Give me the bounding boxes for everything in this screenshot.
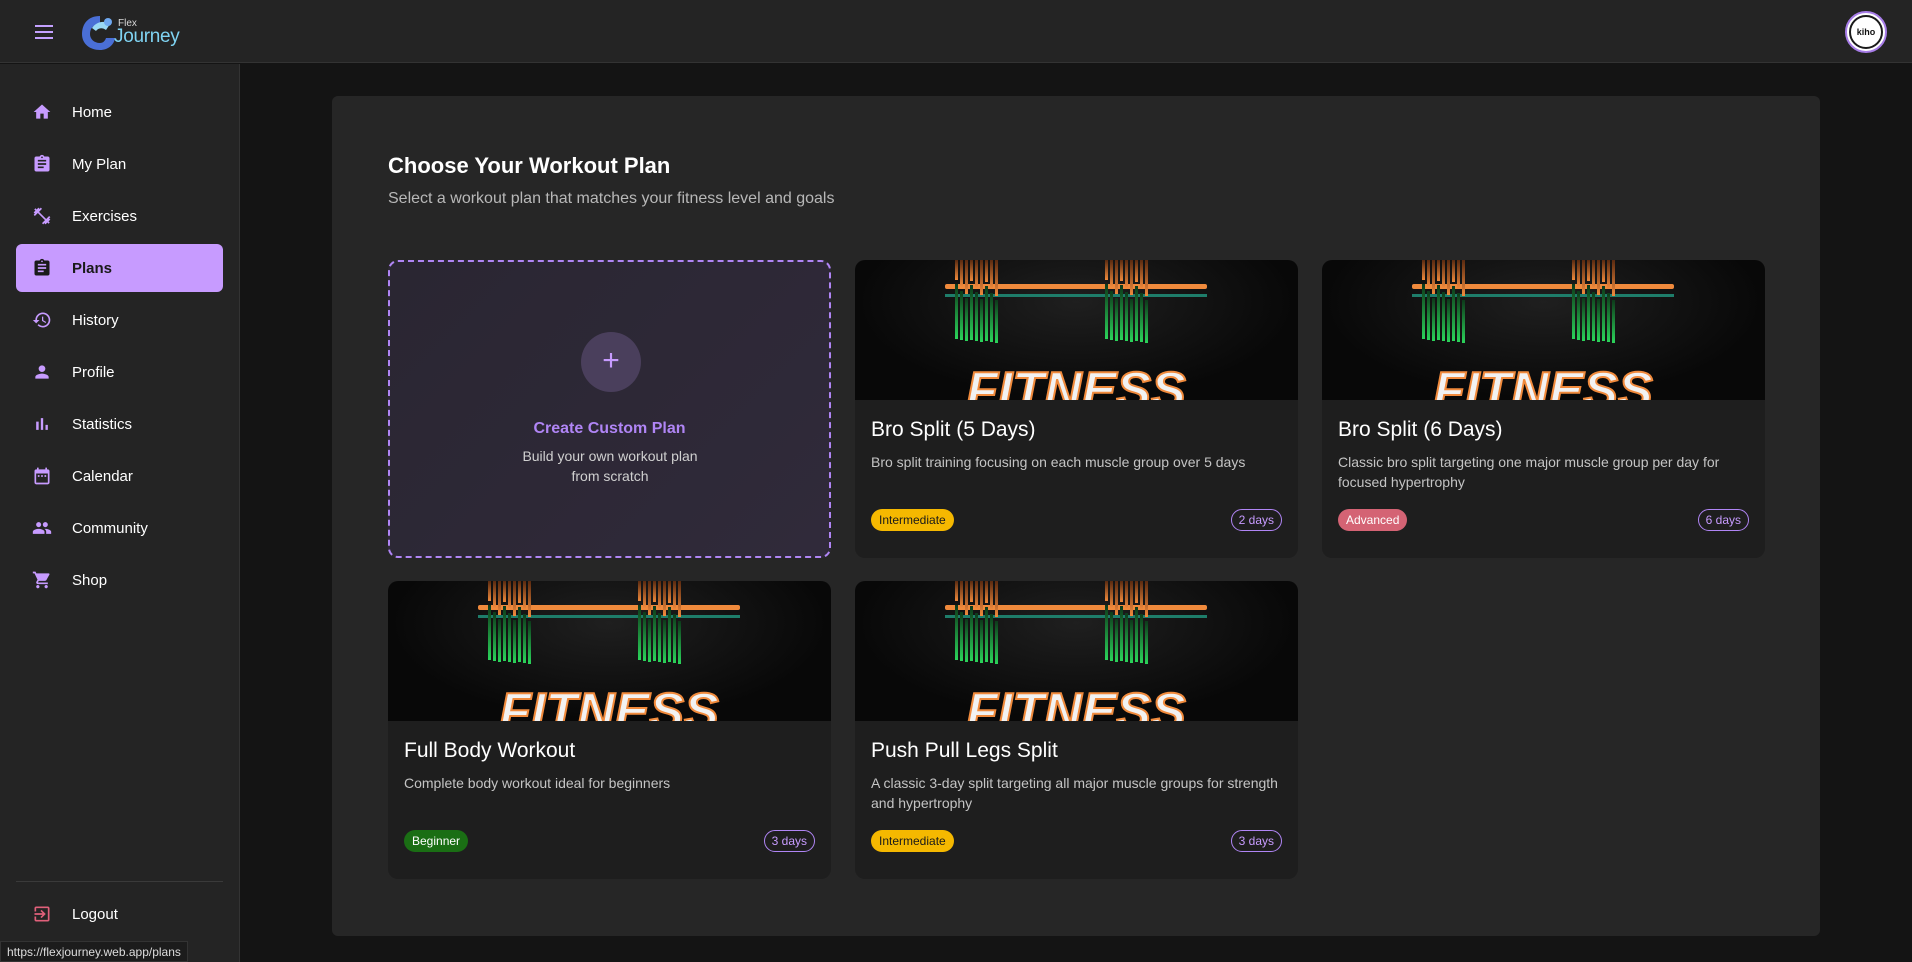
sidebar-item-label: Plans <box>72 259 113 277</box>
logout-icon <box>34 906 50 922</box>
custom-plan-description: Build your own workout plan from scratch <box>522 448 698 484</box>
fitness-banner-art: FITNESS <box>478 581 740 742</box>
sidebar-item-label: Profile <box>72 363 115 381</box>
logout-button[interactable]: Logout <box>16 890 223 938</box>
create-custom-plan-card[interactable]: + Create Custom Plan Build your own work… <box>388 260 831 558</box>
fitness-banner-image: FITNESS <box>855 581 1298 742</box>
logo-big-text: Journey <box>114 26 180 47</box>
sidebar-item-home[interactable]: Home <box>16 88 223 136</box>
days-badge: 6 days <box>1697 509 1749 531</box>
plan-card[interactable]: FITNESS Bro Split (6 Days) Classic bro s… <box>1322 260 1765 558</box>
plus-icon: + <box>581 332 641 392</box>
sidebar-item-profile[interactable]: Profile <box>16 348 223 396</box>
fitness-banner-art: FITNESS <box>945 581 1207 742</box>
sidebar-item-calendar[interactable]: Calendar <box>16 452 223 500</box>
sidebar-item-label: Community <box>72 519 148 537</box>
plan-title: Bro Split (5 Days) <box>871 418 1036 441</box>
sidebar-item-history[interactable]: History <box>16 296 223 344</box>
level-badge: Intermediate <box>871 509 954 531</box>
clipboard-icon <box>34 154 50 172</box>
days-badge: 3 days <box>1230 830 1282 852</box>
level-badge: Intermediate <box>871 830 954 852</box>
dumbbell-icon <box>33 207 51 225</box>
sidebar-item-label: Exercises <box>72 207 138 225</box>
person-icon <box>35 365 49 379</box>
logo-wordmark: Flex Journey <box>114 12 194 52</box>
sidebar-item-community[interactable]: Community <box>16 504 223 552</box>
custom-plan-title: Create Custom Plan <box>533 420 686 437</box>
home-icon <box>33 104 51 119</box>
days-badge: 3 days <box>763 830 815 852</box>
page-subtitle: Select a workout plan that matches your … <box>388 190 835 207</box>
sidebar-item-label: Home <box>72 103 113 121</box>
page-title: Choose Your Workout Plan <box>388 153 671 178</box>
plan-description: Bro split training focusing on each musc… <box>871 454 1246 470</box>
fitness-banner-art: FITNESS <box>945 260 1207 421</box>
plan-description: Classic bro split targeting one major mu… <box>1338 454 1720 490</box>
plan-description: Complete body workout ideal for beginner… <box>404 775 671 791</box>
sidebar-item-statistics[interactable]: Statistics <box>16 400 223 448</box>
fitness-banner-text: FITNESS <box>499 683 719 721</box>
plan-description: A classic 3-day split targeting all majo… <box>871 775 1278 811</box>
plan-card[interactable]: FITNESS Full Body Workout Complete body … <box>388 581 831 879</box>
days-badge: 2 days <box>1230 509 1282 531</box>
avatar[interactable]: kiho <box>1845 11 1887 53</box>
history-icon <box>32 312 51 328</box>
hamburger-menu-icon[interactable] <box>30 20 58 44</box>
sidebar-item-label: My Plan <box>72 155 127 173</box>
clipboard-icon <box>34 258 50 276</box>
status-bar-url: https://flexjourney.web.app/plans <box>0 941 188 962</box>
fitness-banner-text: FITNESS <box>1433 362 1653 400</box>
sidebar-item-label: History <box>72 311 119 329</box>
fitness-banner-image: FITNESS <box>1322 260 1765 421</box>
plan-title: Push Pull Legs Split <box>871 739 1058 762</box>
cart-icon <box>32 571 50 589</box>
sidebar-item-exercises[interactable]: Exercises <box>16 192 223 240</box>
sidebar-item-plans[interactable]: Plans <box>16 244 223 292</box>
app-logo[interactable]: Flex Journey <box>78 10 194 54</box>
calendar-icon <box>34 467 50 485</box>
fitness-banner-text: FITNESS <box>966 683 1186 721</box>
level-badge: Advanced <box>1338 509 1408 531</box>
sidebar-item-shop[interactable]: Shop <box>16 556 223 604</box>
fitness-banner-text: FITNESS <box>966 362 1186 400</box>
logout-label: Logout <box>72 905 118 923</box>
plan-title: Bro Split (6 Days) <box>1338 418 1503 441</box>
sidebar: Home My Plan Exercises Plans History Pro… <box>0 64 240 962</box>
sidebar-item-my-plan[interactable]: My Plan <box>16 140 223 188</box>
sidebar-item-label: Calendar <box>72 467 133 485</box>
avatar-text: kiho <box>1849 15 1883 49</box>
logo-mark-icon <box>82 16 115 50</box>
sidebar-item-label: Shop <box>72 571 108 589</box>
fitness-banner-image: FITNESS <box>855 260 1298 421</box>
plan-card[interactable]: FITNESS Bro Split (5 Days) Bro split tra… <box>855 260 1298 558</box>
fitness-banner-image: FITNESS <box>388 581 831 742</box>
bar-chart-icon <box>36 418 48 430</box>
sidebar-divider <box>16 881 223 882</box>
level-badge: Beginner <box>404 830 469 852</box>
fitness-banner-art: FITNESS <box>1412 260 1674 421</box>
sidebar-item-label: Statistics <box>72 415 133 433</box>
people-icon <box>32 522 52 534</box>
plan-card[interactable]: FITNESS Push Pull Legs Split A classic 3… <box>855 581 1298 879</box>
plan-title: Full Body Workout <box>404 739 576 762</box>
top-bar: Flex Journey kiho <box>0 0 1912 63</box>
